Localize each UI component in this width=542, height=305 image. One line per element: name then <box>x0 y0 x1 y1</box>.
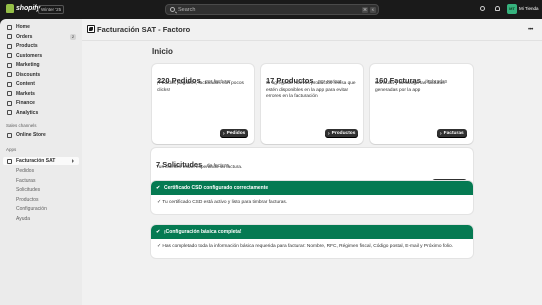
sidebar-item-content[interactable]: Content <box>3 80 79 88</box>
target-icon <box>7 62 12 68</box>
sidebar-subitem-productos[interactable]: Productos <box>16 197 39 203</box>
button-label: Facturas <box>443 131 464 136</box>
main-content: Facturación SAT - Factoro ••• Inicio 220… <box>82 19 542 305</box>
sidebar: Home Orders 2 Products Customers Marketi… <box>0 19 82 305</box>
sidebar-item-finance[interactable]: Finance <box>3 99 79 107</box>
sidebar-item-discounts[interactable]: Discounts <box>3 71 79 79</box>
app-title: Facturación SAT - Factoro <box>97 25 191 34</box>
sidebar-subitem-configuracion[interactable]: Configuración <box>16 206 47 212</box>
store-name[interactable]: Mi Tienda <box>519 6 539 11</box>
banner-body: ✓ Has completado toda la información bás… <box>151 239 473 254</box>
page-title: Inicio <box>152 47 173 56</box>
discount-icon <box>7 72 12 77</box>
top-bar: shopify Winter '25 Search ⌘ K MT Mi Tien… <box>0 0 542 19</box>
sidebar-item-label: Content <box>16 81 35 87</box>
content-icon <box>7 81 12 87</box>
sidebar-item-customers[interactable]: Customers <box>3 52 79 60</box>
sidebar-item-label: Facturación SAT <box>16 158 56 164</box>
banner-title: Certificado CSD configurado correctament… <box>164 185 269 191</box>
sidebar-item-label: Markets <box>16 90 35 97</box>
chevron-right-icon: › <box>223 130 225 137</box>
sidebar-item-products[interactable]: Products <box>3 42 79 50</box>
banner-header: ✔ ¡Configuración básica completa! <box>151 225 473 239</box>
sidebar-item-orders[interactable]: Orders 2 <box>3 33 79 41</box>
check-circle-icon: ✔ <box>156 184 161 191</box>
facturas-button[interactable]: › Facturas <box>437 129 467 138</box>
store-icon <box>7 132 12 138</box>
orders-count-badge: 2 <box>70 33 76 40</box>
sidebar-item-home[interactable]: Home <box>3 23 79 31</box>
button-label: Productos <box>331 131 356 136</box>
sidebar-item-markets[interactable]: Markets <box>3 90 79 98</box>
sidebar-item-label: Orders <box>16 33 33 40</box>
analytics-icon <box>7 110 12 115</box>
sidebar-item-label: Marketing <box>16 62 40 68</box>
banner-header: ✔ Certificado CSD configurado correctame… <box>151 181 473 195</box>
card-description: ¡Pedidos pagados, facturados con pocos c… <box>157 81 244 93</box>
sidebar-item-facturacion-sat[interactable]: Facturación SAT <box>3 157 79 165</box>
sidebar-item-analytics[interactable]: Analytics <box>3 109 79 117</box>
card-description: Tus clientes están esperando su factura. <box>156 165 243 170</box>
k-key: K <box>370 7 376 13</box>
productos-button[interactable]: › Productos <box>325 129 359 138</box>
sidebar-item-label: Home <box>16 24 30 30</box>
csd-success-banner: ✔ Certificado CSD configurado correctame… <box>151 181 473 214</box>
home-icon <box>7 24 12 30</box>
product-tag-icon <box>7 43 12 49</box>
factoro-app-icon <box>87 25 95 33</box>
banner-title: ¡Configuración básica completa! <box>164 229 242 235</box>
edition-badge: Winter '25 <box>38 5 65 14</box>
sidebar-item-label: Finance <box>16 100 35 106</box>
sidebar-item-label: Products <box>16 43 38 49</box>
more-options-icon[interactable]: ••• <box>528 27 533 33</box>
notification-bell-icon[interactable] <box>495 6 500 11</box>
sidebar-item-label: Online Store <box>16 132 46 138</box>
search-placeholder: Search <box>178 7 196 13</box>
sidebar-subitem-ayuda[interactable]: Ayuda <box>16 216 30 222</box>
brand-name: shopify <box>16 5 41 12</box>
sidebar-item-label: Customers <box>16 52 43 59</box>
check-circle-icon: ✔ <box>156 228 161 235</box>
banner-text: Tu certificado CSD está activo y listo p… <box>162 200 288 205</box>
pedidos-button[interactable]: › Pedidos <box>220 129 249 138</box>
banner-text: Has completado toda la información básic… <box>162 244 453 249</box>
chevron-right-icon: › <box>328 130 330 137</box>
orders-icon <box>7 34 12 39</box>
person-icon <box>7 53 12 58</box>
app-header: Facturación SAT - Factoro ••• <box>82 19 542 41</box>
card-description: Si agregaste nuevos productos revisa que… <box>266 81 356 99</box>
config-complete-banner: ✔ ¡Configuración básica completa! ✓ Has … <box>151 225 473 258</box>
search-bar[interactable]: Search ⌘ K <box>165 4 379 15</box>
button-label: Pedidos <box>226 131 246 136</box>
sales-channels-label[interactable]: Sales channels <box>6 123 37 128</box>
card-description: Consulta y descarga las facturas generad… <box>375 81 445 93</box>
pedidos-card: 220 Pedidos por facturar ¡Pedidos pagado… <box>152 64 254 144</box>
cmd-key: ⌘ <box>362 7 368 13</box>
shopify-logo[interactable]: shopify <box>6 4 40 13</box>
shopify-bag-icon <box>6 4 14 13</box>
sidekick-icon[interactable] <box>480 6 485 11</box>
chevron-right-icon: › <box>440 130 442 137</box>
sidebar-item-online-store[interactable]: Online Store <box>3 131 79 139</box>
facturas-card: 160 Facturas timbradas Consulta y descar… <box>370 64 473 144</box>
pin-icon[interactable] <box>72 159 75 163</box>
globe-icon <box>7 91 12 96</box>
app-icon <box>7 158 12 164</box>
apps-label[interactable]: Apps <box>6 147 16 152</box>
sidebar-subitem-facturas[interactable]: Facturas <box>16 178 35 184</box>
sidebar-subitem-solicitudes[interactable]: Solicitudes <box>16 187 40 193</box>
banner-body: ✓ Tu certificado CSD está activo y listo… <box>151 195 473 210</box>
sidebar-item-label: Discounts <box>16 71 41 78</box>
sidebar-item-label: Analytics <box>16 109 39 116</box>
avatar[interactable]: MT <box>507 4 517 14</box>
bank-icon <box>7 100 12 106</box>
search-icon <box>170 7 175 12</box>
sidebar-subitem-pedidos[interactable]: Pedidos <box>16 168 34 174</box>
sidebar-item-marketing[interactable]: Marketing <box>3 61 79 69</box>
productos-card: 17 Productos por revisar Si agregaste nu… <box>261 64 363 144</box>
